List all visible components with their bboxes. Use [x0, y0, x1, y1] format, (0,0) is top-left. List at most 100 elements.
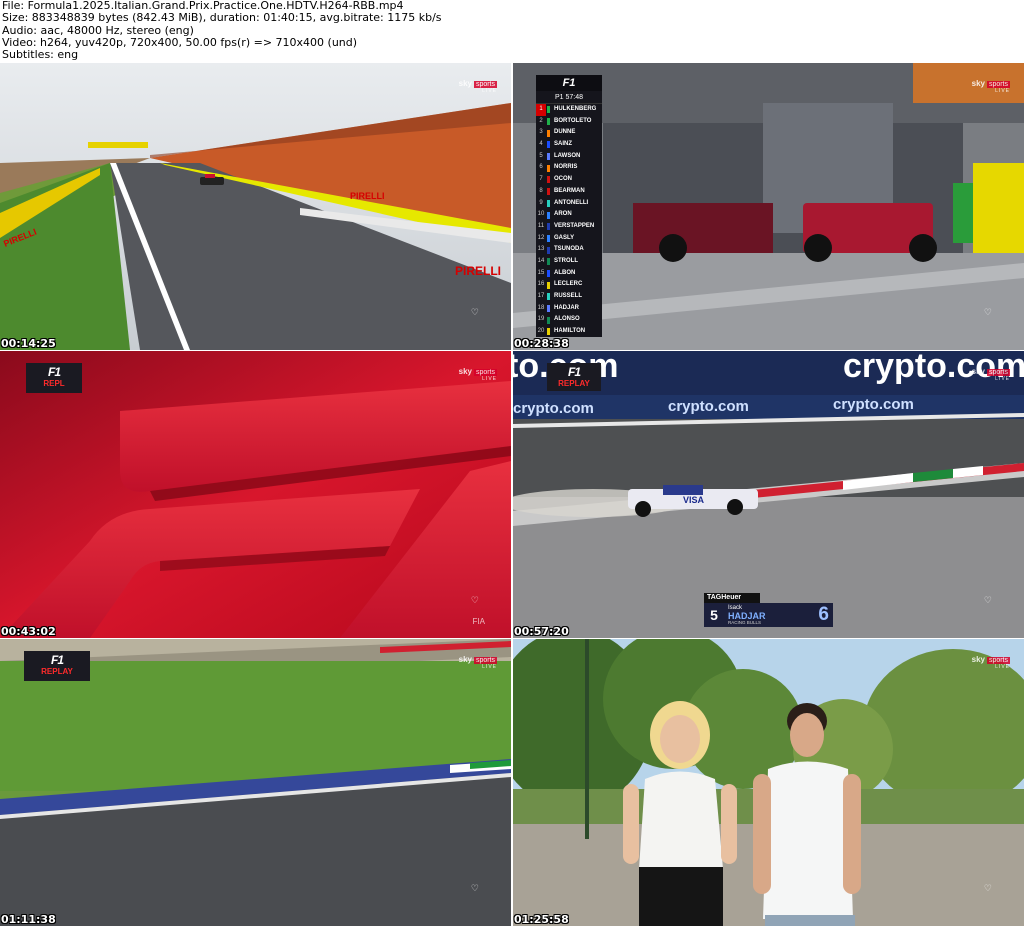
timing-driver-name: ANTONELLI: [554, 199, 589, 206]
timing-row: 4 SAINZ: [536, 139, 602, 151]
timing-position: 11: [537, 222, 545, 229]
timing-position: 8: [539, 187, 543, 194]
timing-position: 5: [539, 152, 543, 159]
video-info: Video: h264, yuv420p, 720x400, 50.00 fps…: [2, 35, 358, 49]
team-color-bar: [547, 106, 550, 114]
timing-position: 20: [537, 328, 545, 335]
track-straight-scene: PIRELLI PIRELLI PIRELLI: [0, 63, 511, 350]
timing-position: 6: [539, 164, 543, 171]
f1-replay-badge: F1 REPLAY: [24, 651, 90, 681]
timestamp: 00:14:25: [1, 337, 56, 350]
timing-position: 7: [539, 176, 543, 183]
file-info: File: Formula1.2025.Italian.Grand.Prix.P…: [2, 0, 1022, 62]
timing-driver-name: ALONSO: [554, 316, 580, 323]
tagheuer-logo: TAGHeuer: [704, 593, 760, 603]
timing-row: 11 VERSTAPPEN: [536, 221, 602, 233]
grass-track-scene: [0, 639, 511, 926]
timing-position: 14: [537, 257, 545, 264]
thumbnail-5[interactable]: F1 REPLAY sky sports LIVE ♡ 01:11:38: [0, 639, 511, 926]
timing-row: 17 RUSSELL: [536, 291, 602, 303]
driver-team: RACING BULLS: [728, 620, 762, 625]
team-color-bar: [547, 234, 550, 242]
timing-position: 12: [537, 234, 545, 241]
timing-row: 12 GASLY: [536, 233, 602, 245]
pirelli-ad: PIRELLI: [455, 264, 501, 278]
team-color-bar: [547, 153, 550, 161]
team-color-bar: [547, 269, 550, 277]
sky-sports-logo: sky sports LIVE: [971, 367, 1010, 382]
timing-row: 19 ALONSO: [536, 314, 602, 326]
heart-icon: ♡: [983, 308, 992, 318]
timing-driver-name: STROLL: [554, 257, 578, 264]
thumbnail-3[interactable]: F1 REPL sky sports LIVE ♡ FIA 00:43:02: [0, 351, 511, 638]
timing-driver-name: VERSTAPPEN: [554, 222, 595, 229]
driver-lower-third: TAGHeuer 5 Isack HADJAR RACING BULLS 6: [704, 593, 833, 627]
timing-position: 18: [537, 304, 545, 311]
timing-row: 5 LAWSON: [536, 151, 602, 163]
timing-position: 9: [539, 199, 543, 206]
timing-driver-name: GASLY: [554, 234, 575, 241]
thumbnail-2[interactable]: F1 P1 57:48 1 HULKENBERG 2 BORTOLETO 3 DUNNE 4…: [513, 63, 1024, 350]
team-color-bar: [547, 258, 550, 266]
timing-position: 3: [539, 129, 543, 136]
timing-tower: F1 P1 57:48 1 HULKENBERG 2 BORTOLETO 3 DUNNE 4…: [536, 75, 602, 337]
timing-position: 2: [539, 117, 543, 124]
timing-position: 10: [537, 211, 545, 218]
timing-row: 18 HADJAR: [536, 303, 602, 315]
timing-row: 13 TSUNODA: [536, 244, 602, 256]
timing-driver-name: BEARMAN: [554, 187, 585, 194]
sky-sports-logo: sky sports LIVE: [458, 655, 497, 670]
team-color-bar: [547, 246, 550, 254]
f1-logo: F1: [536, 75, 602, 91]
timing-position: 19: [537, 316, 545, 323]
timestamp: 01:25:58: [514, 913, 569, 926]
timing-row: 8 BEARMAN: [536, 186, 602, 198]
car-number: 6: [818, 604, 829, 625]
sky-sports-logo: sky sports LIVE: [971, 655, 1010, 670]
timing-row: 20 HAMILTON: [536, 326, 602, 338]
timing-driver-name: TSUNODA: [554, 246, 584, 253]
driver-position: 5: [710, 607, 718, 623]
park-interview-scene: [513, 639, 1024, 926]
crypto-board: crypto.com: [513, 400, 594, 417]
timing-row: 2 BORTOLETO: [536, 116, 602, 128]
timing-row: 6 NORRIS: [536, 162, 602, 174]
timestamp: 01:11:38: [1, 913, 56, 926]
f1-replay-wipe-scene: [0, 351, 511, 638]
timing-row: 14 STROLL: [536, 256, 602, 268]
timing-driver-name: OCON: [554, 176, 572, 183]
heart-icon: ♡: [983, 596, 992, 606]
session-clock: P1 57:48: [536, 91, 602, 104]
thumbnail-6[interactable]: sky sports LIVE ♡ 01:25:58: [513, 639, 1024, 926]
timing-row: 10 ARON: [536, 209, 602, 221]
timing-row: 9 ANTONELLI: [536, 198, 602, 210]
team-color-bar: [547, 293, 550, 301]
timing-position: 15: [537, 269, 545, 276]
thumbnail-4[interactable]: VISA to.com crypto.com crypto.com crypto…: [513, 351, 1024, 638]
timestamp: 00:28:38: [514, 337, 569, 350]
team-color-bar: [547, 129, 550, 137]
team-color-bar: [547, 316, 550, 324]
thumbnail-1[interactable]: PIRELLI PIRELLI PIRELLI sky sports LIVE ♡…: [0, 63, 511, 350]
team-color-bar: [547, 188, 550, 196]
crypto-board-2: crypto.com: [668, 398, 749, 415]
heart-icon: ♡: [470, 308, 479, 318]
timing-position: 4: [539, 141, 543, 148]
timing-row: 1 HULKENBERG: [536, 104, 602, 116]
crypto-board-3: crypto.com: [833, 396, 914, 413]
heart-icon: ♡: [470, 884, 479, 894]
fia-logo: FIA: [472, 617, 485, 626]
sky-sports-logo: sky sports LIVE: [971, 79, 1010, 94]
timing-driver-name: HAMILTON: [554, 328, 586, 335]
heart-icon: ♡: [983, 884, 992, 894]
heart-icon: ♡: [470, 596, 479, 606]
timing-position: 17: [537, 293, 545, 299]
subtitles-info: Subtitles: eng: [2, 48, 79, 62]
sky-sports-logo: sky sports LIVE: [458, 79, 497, 94]
team-color-bar: [547, 118, 550, 126]
timing-driver-name: LECLERC: [554, 281, 583, 288]
timing-driver-name: LAWSON: [554, 152, 581, 159]
timing-row: 15 ALBON: [536, 268, 602, 280]
timing-position: 13: [537, 246, 545, 253]
timing-position: 16: [537, 281, 545, 288]
